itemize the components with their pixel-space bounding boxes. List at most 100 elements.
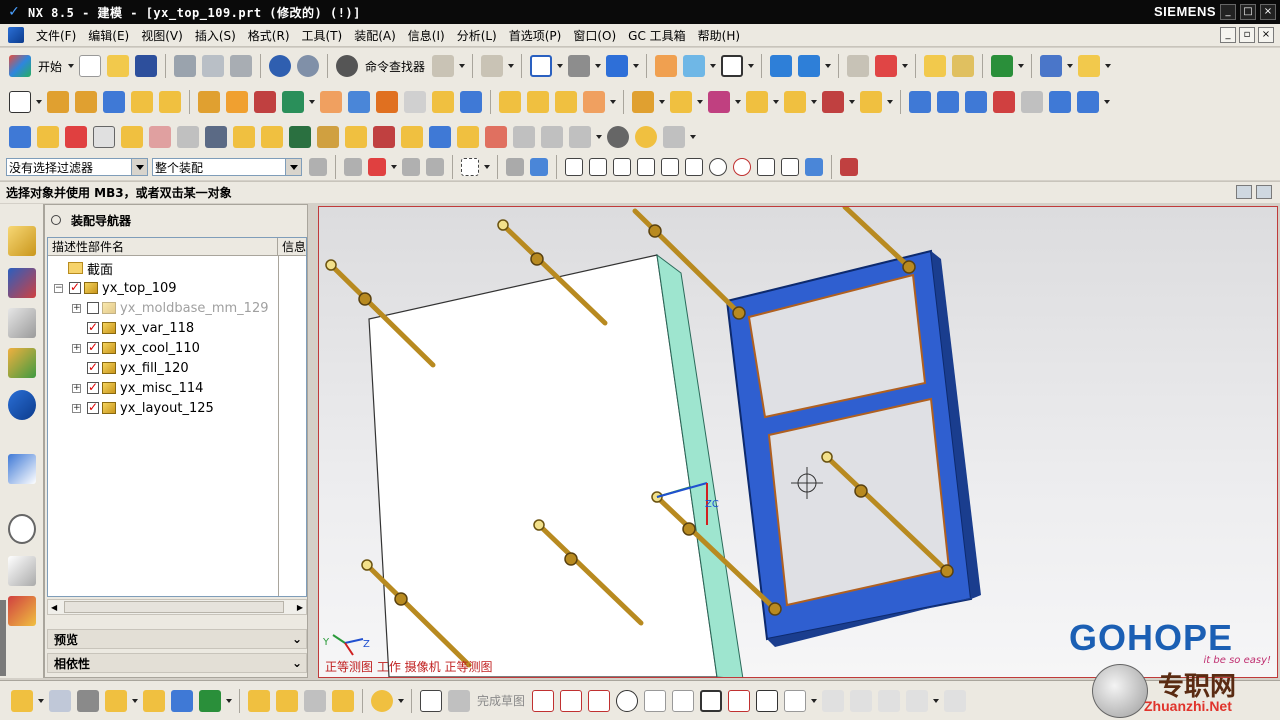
electrode-icon[interactable] (485, 126, 507, 148)
grid-icon[interactable] (1040, 55, 1063, 77)
cut-icon[interactable] (174, 55, 197, 77)
graphics-window[interactable]: ZC Y Z 正等测图 工作 摄像机 正等测图 GOHOPE it be so … (318, 206, 1278, 678)
collapse-icon[interactable]: − (54, 283, 63, 293)
cube-wireframe-icon[interactable] (49, 689, 71, 712)
save-icon[interactable] (135, 55, 158, 77)
minimize-button[interactable]: _ (1220, 4, 1236, 20)
snap-point-icon[interactable] (565, 158, 583, 176)
menu-format[interactable]: 格式(R) (242, 27, 296, 44)
tree-horizontal-scrollbar[interactable]: ◀ ▶ (47, 599, 307, 615)
trim-body-icon[interactable] (348, 91, 370, 113)
selection-scope-dropdown[interactable]: 整个装配 (152, 158, 302, 176)
extrude-icon[interactable] (47, 91, 69, 113)
mold-plate-white[interactable] (368, 254, 718, 677)
assembly-constraints-icon[interactable] (822, 91, 844, 113)
select-tools-icon[interactable] (344, 158, 362, 176)
redo-icon[interactable] (297, 55, 320, 77)
ruler-icon[interactable] (1078, 55, 1101, 77)
app-menu-icon[interactable] (8, 27, 24, 43)
menu-gc-toolkit[interactable]: GC 工具箱 (622, 27, 692, 44)
draft-icon[interactable] (583, 91, 605, 113)
bounded-plane-icon[interactable] (1077, 91, 1099, 113)
offset-curve-icon[interactable] (784, 689, 807, 712)
runner-icon[interactable] (429, 126, 451, 148)
snap-icon[interactable] (875, 55, 898, 77)
new-file-icon[interactable] (79, 55, 102, 77)
snap-pole-icon[interactable] (840, 158, 858, 176)
model-view[interactable]: ZC Y Z (319, 207, 1278, 678)
status-maximize-button[interactable] (1256, 185, 1272, 199)
chamfer-sketch-icon[interactable] (672, 689, 695, 712)
gate-icon[interactable] (401, 126, 423, 148)
clock-icon[interactable] (8, 514, 36, 544)
fit-view-icon[interactable] (530, 55, 553, 77)
expand-icon[interactable]: + (72, 303, 81, 313)
system-materials-tab-icon[interactable] (8, 556, 36, 586)
start-icon[interactable] (9, 55, 31, 77)
general-select-icon[interactable] (402, 158, 420, 176)
chevron-down-icon[interactable]: ⌄ (292, 656, 302, 670)
assembly-navigator-tab-icon[interactable] (8, 226, 36, 256)
snap-on-curve-icon[interactable] (781, 158, 799, 176)
rectangle-icon[interactable] (700, 689, 723, 712)
datum-icon[interactable] (282, 91, 304, 113)
layer-settings-icon[interactable] (847, 55, 870, 77)
chevron-down-icon[interactable] (285, 159, 301, 175)
mirror-icon[interactable] (171, 689, 193, 712)
binoculars-icon[interactable] (336, 55, 359, 77)
sweep-icon[interactable] (993, 91, 1015, 113)
component-array-icon[interactable] (746, 91, 768, 113)
chamfer-icon[interactable] (527, 91, 549, 113)
trim-mold-icon[interactable] (513, 126, 535, 148)
web-browser-tab-icon[interactable] (8, 390, 36, 420)
explode-view-icon[interactable] (860, 91, 882, 113)
pocket-icon[interactable] (159, 91, 181, 113)
column-header-name[interactable]: 描述性部件名 (48, 238, 278, 255)
sub-insert-icon[interactable] (373, 126, 395, 148)
snap-intersection-icon[interactable] (685, 158, 703, 176)
snap-arc-center-icon[interactable] (709, 158, 727, 176)
ruled-icon[interactable] (1049, 91, 1071, 113)
tree-node-misc[interactable]: + yx_misc_114 (72, 378, 203, 398)
dependencies-section[interactable]: 相依性 ⌄ (47, 653, 307, 673)
menu-insert[interactable]: 插入(S) (189, 27, 242, 44)
point-icon[interactable] (756, 689, 779, 712)
menu-view[interactable]: 视图(V) (135, 27, 189, 44)
history-tab-icon[interactable] (8, 454, 36, 484)
split-body-icon[interactable] (376, 91, 398, 113)
sketch-icon[interactable] (9, 91, 31, 113)
finish-sketch-button[interactable]: 完成草图 (477, 692, 525, 709)
pin[interactable] (842, 207, 912, 270)
workpiece-icon[interactable] (93, 126, 115, 148)
move-component-icon[interactable] (798, 55, 821, 77)
line-icon[interactable] (560, 689, 583, 712)
maximize-button[interactable]: □ (1240, 4, 1256, 20)
menu-window[interactable]: 窗口(O) (567, 27, 622, 44)
snap-tangent-icon[interactable] (661, 158, 679, 176)
process-studio-tab-icon[interactable] (8, 596, 36, 626)
shell-icon[interactable] (432, 91, 454, 113)
mold-drawing-icon[interactable] (663, 126, 685, 148)
wave-geometry-icon[interactable] (248, 689, 270, 712)
menu-help[interactable]: 帮助(H) (692, 27, 746, 44)
doc-restore-button[interactable]: ▫ (1239, 27, 1255, 43)
paperclip-icon[interactable] (371, 689, 393, 712)
tree-node-var[interactable]: yx_var_118 (87, 318, 194, 338)
make-corner-icon[interactable] (878, 689, 901, 712)
expand-icon[interactable]: + (72, 383, 81, 393)
add-component-icon[interactable] (105, 689, 127, 712)
chevron-down-icon[interactable]: ⌄ (292, 632, 302, 646)
tree-node-sections[interactable]: 截面 (68, 258, 113, 278)
menu-edit[interactable]: 编辑(E) (82, 27, 135, 44)
start-button[interactable]: 开始 (38, 58, 62, 75)
slot-icon[interactable] (226, 91, 248, 113)
select-arrow-icon[interactable] (426, 158, 444, 176)
groove-icon[interactable] (254, 91, 276, 113)
assembly-icon[interactable] (11, 689, 33, 712)
open-folder-icon[interactable] (107, 55, 130, 77)
sketch-icon[interactable] (420, 689, 442, 712)
expand-icon[interactable]: + (72, 343, 81, 353)
mold-tools-icon[interactable] (177, 126, 199, 148)
play-icon[interactable] (991, 55, 1014, 77)
ejector-post-icon[interactable] (317, 126, 339, 148)
